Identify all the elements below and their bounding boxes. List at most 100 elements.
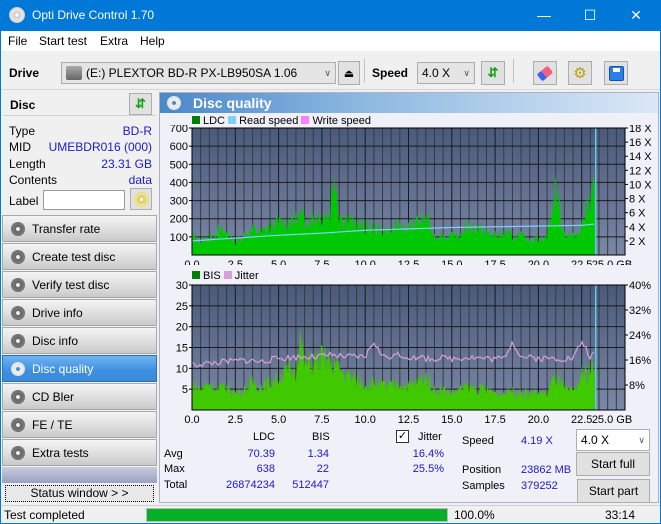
max-ldc: 638 — [256, 463, 275, 475]
jitter-checkbox[interactable]: ✓ — [396, 430, 409, 443]
menu-start-test[interactable]: Start test — [39, 34, 87, 48]
y-tick-label-right: 14 X — [629, 151, 652, 163]
y-tick-label-right: 16% — [629, 355, 651, 367]
y-tick-label-right: 16 X — [629, 137, 652, 149]
nav-item-cd-bler[interactable]: CD Bler — [2, 383, 157, 410]
nav-item-verify-test-disc[interactable]: Verify test disc — [2, 271, 157, 298]
settings-button[interactable]: ⚙ — [568, 61, 592, 85]
nav-item-disc-quality[interactable]: Disc quality — [2, 355, 157, 382]
disc-header: Disc ⇵ — [3, 92, 156, 116]
disc-tool-icon — [11, 446, 25, 460]
max-bis: 22 — [316, 463, 329, 475]
disc-refresh-button[interactable]: ⇵ — [129, 93, 152, 115]
y-tick-label-left: 400 — [170, 177, 188, 189]
menu-help[interactable]: Help — [140, 34, 165, 48]
menu-bar: File Start test Extra Help — [1, 31, 660, 51]
progress-fill — [147, 509, 447, 521]
window-title: Opti Drive Control 1.70 — [32, 8, 155, 22]
start-full-button[interactable]: Start full — [576, 452, 650, 476]
disc-quality-panel: Disc quality LDC Read speed Write speed … — [159, 92, 659, 503]
y-tick-label-right: 18 X — [629, 125, 652, 135]
nav-item-label: Drive info — [32, 306, 83, 320]
erase-button[interactable] — [533, 61, 557, 85]
y-tick-label-left: 5 — [182, 384, 188, 396]
nav-item-fe-te[interactable]: FE / TE — [2, 411, 157, 438]
x-tick-label: 22.5 — [571, 414, 592, 425]
nav-item-disc-info[interactable]: Disc info — [2, 327, 157, 354]
nav-item-create-test-disc[interactable]: Create test disc — [2, 243, 157, 270]
speed-value: 4.19 X — [521, 435, 553, 447]
x-tick-label: 20.0 — [528, 414, 549, 425]
speed-label: Speed — [372, 66, 409, 80]
x-tick-label: 7.5 — [314, 259, 329, 265]
row-total-label: Total — [164, 479, 188, 491]
nav-item-label: Disc info — [32, 334, 79, 348]
disc-quality-icon — [167, 96, 181, 110]
progress-bar — [146, 508, 448, 522]
x-tick-label: 0.0 — [184, 414, 199, 425]
y-tick-label-right: 2 X — [629, 236, 646, 248]
speed-label: Speed — [462, 435, 494, 447]
x-tick-label: 17.5 — [484, 414, 505, 425]
y-tick-label-right: 6 X — [629, 208, 646, 220]
maximize-button[interactable]: ☐ — [567, 0, 613, 31]
max-jitter: 25.5% — [412, 463, 444, 475]
avg-ldc: 70.39 — [247, 448, 275, 460]
drive-select[interactable]: (E:) PLEXTOR BD-R PX-LB950SA 1.06 ∨ — [61, 62, 336, 84]
panel-header: Disc quality — [160, 93, 658, 113]
disc-field-contents: Contents data — [9, 173, 152, 187]
chevron-down-icon: ∨ — [638, 435, 645, 445]
samples-label: Samples — [462, 480, 505, 492]
test-speed-select[interactable]: 4.0 X ∨ — [576, 429, 650, 451]
refresh-button[interactable]: ⇵ — [481, 61, 505, 85]
start-part-button[interactable]: Start part — [577, 479, 650, 503]
speed-select[interactable]: 4.0 X ∨ — [417, 62, 475, 84]
y-tick-label-right: 8% — [629, 380, 645, 392]
disc-tool-icon — [11, 250, 25, 264]
samples-value: 379252 — [521, 480, 558, 492]
position-value: 23862 MB — [521, 464, 572, 476]
disc-tool-icon — [11, 306, 25, 320]
nav-item-label: Disc quality — [32, 362, 94, 376]
y-tick-label-left: 500 — [170, 159, 188, 171]
elapsed-time: 33:14 — [605, 508, 636, 522]
eject-icon: ⏏ — [343, 67, 355, 80]
disc-label-input[interactable] — [43, 190, 125, 210]
cd-icon — [133, 191, 149, 207]
y-tick-label-left: 30 — [176, 280, 188, 292]
nav-item-drive-info[interactable]: Drive info — [2, 299, 157, 326]
minimize-button[interactable]: — — [521, 0, 567, 31]
test-speed-value: 4.0 X — [581, 433, 610, 447]
progress-label: 100.0% — [454, 508, 495, 522]
jitter-stats: ✓ Jitter 16.4% 25.5% — [396, 429, 456, 479]
close-button[interactable]: ✕ — [613, 0, 659, 31]
y-tick-label-left: 300 — [170, 196, 188, 208]
x-tick-label: 25.0 GB — [592, 414, 632, 425]
drive-label: Drive — [9, 66, 40, 80]
total-ldc: 26874234 — [226, 479, 275, 491]
disc-label-button[interactable] — [130, 188, 152, 210]
menu-file[interactable]: File — [8, 34, 27, 48]
disc-info-panel: Type BD-R MID UMEBDR016 (000) Length 23.31 … — [3, 116, 156, 228]
y-tick-label-right: 32% — [629, 305, 651, 317]
y-tick-label-right: 8 X — [629, 194, 646, 206]
disc-tool-icon — [11, 334, 25, 348]
ldc-chart: 100 200 300 400 500 600 700 2 X 4 X 6 X 8 X 10 X 12 … — [170, 125, 653, 265]
chevron-down-icon: ∨ — [463, 68, 470, 78]
disc-field-length: Length 23.31 GB — [9, 157, 152, 171]
nav-item-transfer-rate[interactable]: Transfer rate — [2, 215, 157, 242]
nav-item-label: Create test disc — [32, 250, 116, 264]
disc-field-type: Type BD-R — [9, 124, 152, 138]
nav-item-label: Transfer rate — [32, 222, 101, 236]
x-tick-label: 12.5 — [398, 259, 419, 265]
disc-tool-icon — [11, 222, 25, 236]
gears-icon: ⚙ — [573, 65, 587, 82]
y-tick-label-left: 25 — [176, 301, 188, 313]
panel-title: Disc quality — [193, 95, 272, 111]
save-button[interactable] — [604, 61, 628, 85]
menu-extra[interactable]: Extra — [100, 34, 128, 48]
nav-item-extra-tests[interactable]: Extra tests — [2, 439, 157, 466]
y-tick-label-left: 15 — [176, 343, 188, 355]
status-window-button[interactable]: Status window > > — [5, 485, 154, 502]
eject-button[interactable]: ⏏ — [338, 61, 360, 85]
